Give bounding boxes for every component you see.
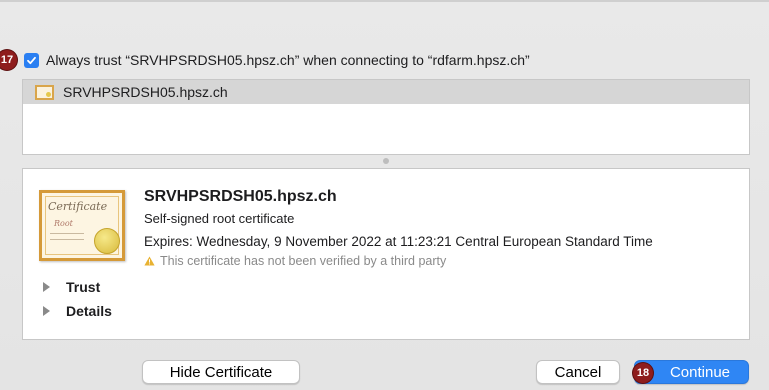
certificate-image-subtitle: Root: [54, 219, 73, 228]
splitter-handle[interactable]: [383, 158, 389, 164]
cancel-button[interactable]: Cancel: [536, 360, 620, 384]
always-trust-row[interactable]: Always trust “SRVHPSRDSH05.hpsz.ch” when…: [24, 50, 530, 70]
certificate-icon: [35, 84, 54, 100]
list-item[interactable]: SRVHPSRDSH05.hpsz.ch: [23, 80, 749, 104]
certificate-details-panel: Certificate Root SRVHPSRDSH05.hpsz.ch Se…: [22, 168, 750, 340]
trust-label: Trust: [66, 279, 101, 295]
checkmark-icon: [27, 56, 36, 64]
hide-certificate-button[interactable]: Hide Certificate: [142, 360, 300, 384]
step-badge-18: 18: [633, 363, 653, 383]
certificate-large-icon: Certificate Root: [39, 190, 125, 261]
certificate-warning: This certificate has not been verified b…: [144, 254, 446, 268]
disclosure-triangle-icon: [43, 282, 50, 292]
trust-disclosure[interactable]: Trust: [43, 279, 100, 295]
step-badge-17: 17: [0, 50, 17, 70]
disclosure-triangle-icon: [43, 306, 50, 316]
certificate-image-title: Certificate: [48, 200, 108, 213]
list-item-label: SRVHPSRDSH05.hpsz.ch: [63, 84, 228, 100]
certificate-type: Self-signed root certificate: [144, 211, 295, 226]
certificate-list: SRVHPSRDSH05.hpsz.ch: [22, 79, 750, 155]
details-label: Details: [66, 303, 112, 319]
certificate-trust-dialog: Always trust “SRVHPSRDSH05.hpsz.ch” when…: [0, 0, 769, 390]
certificate-name: SRVHPSRDSH05.hpsz.ch: [144, 188, 337, 205]
certificate-expiry: Expires: Wednesday, 9 November 2022 at 1…: [144, 234, 653, 249]
warning-icon: [144, 256, 155, 266]
always-trust-label: Always trust “SRVHPSRDSH05.hpsz.ch” when…: [46, 52, 530, 68]
always-trust-checkbox[interactable]: [24, 52, 39, 68]
seal-icon: [94, 228, 120, 254]
warning-text: This certificate has not been verified b…: [160, 254, 447, 268]
details-disclosure[interactable]: Details: [43, 303, 112, 319]
